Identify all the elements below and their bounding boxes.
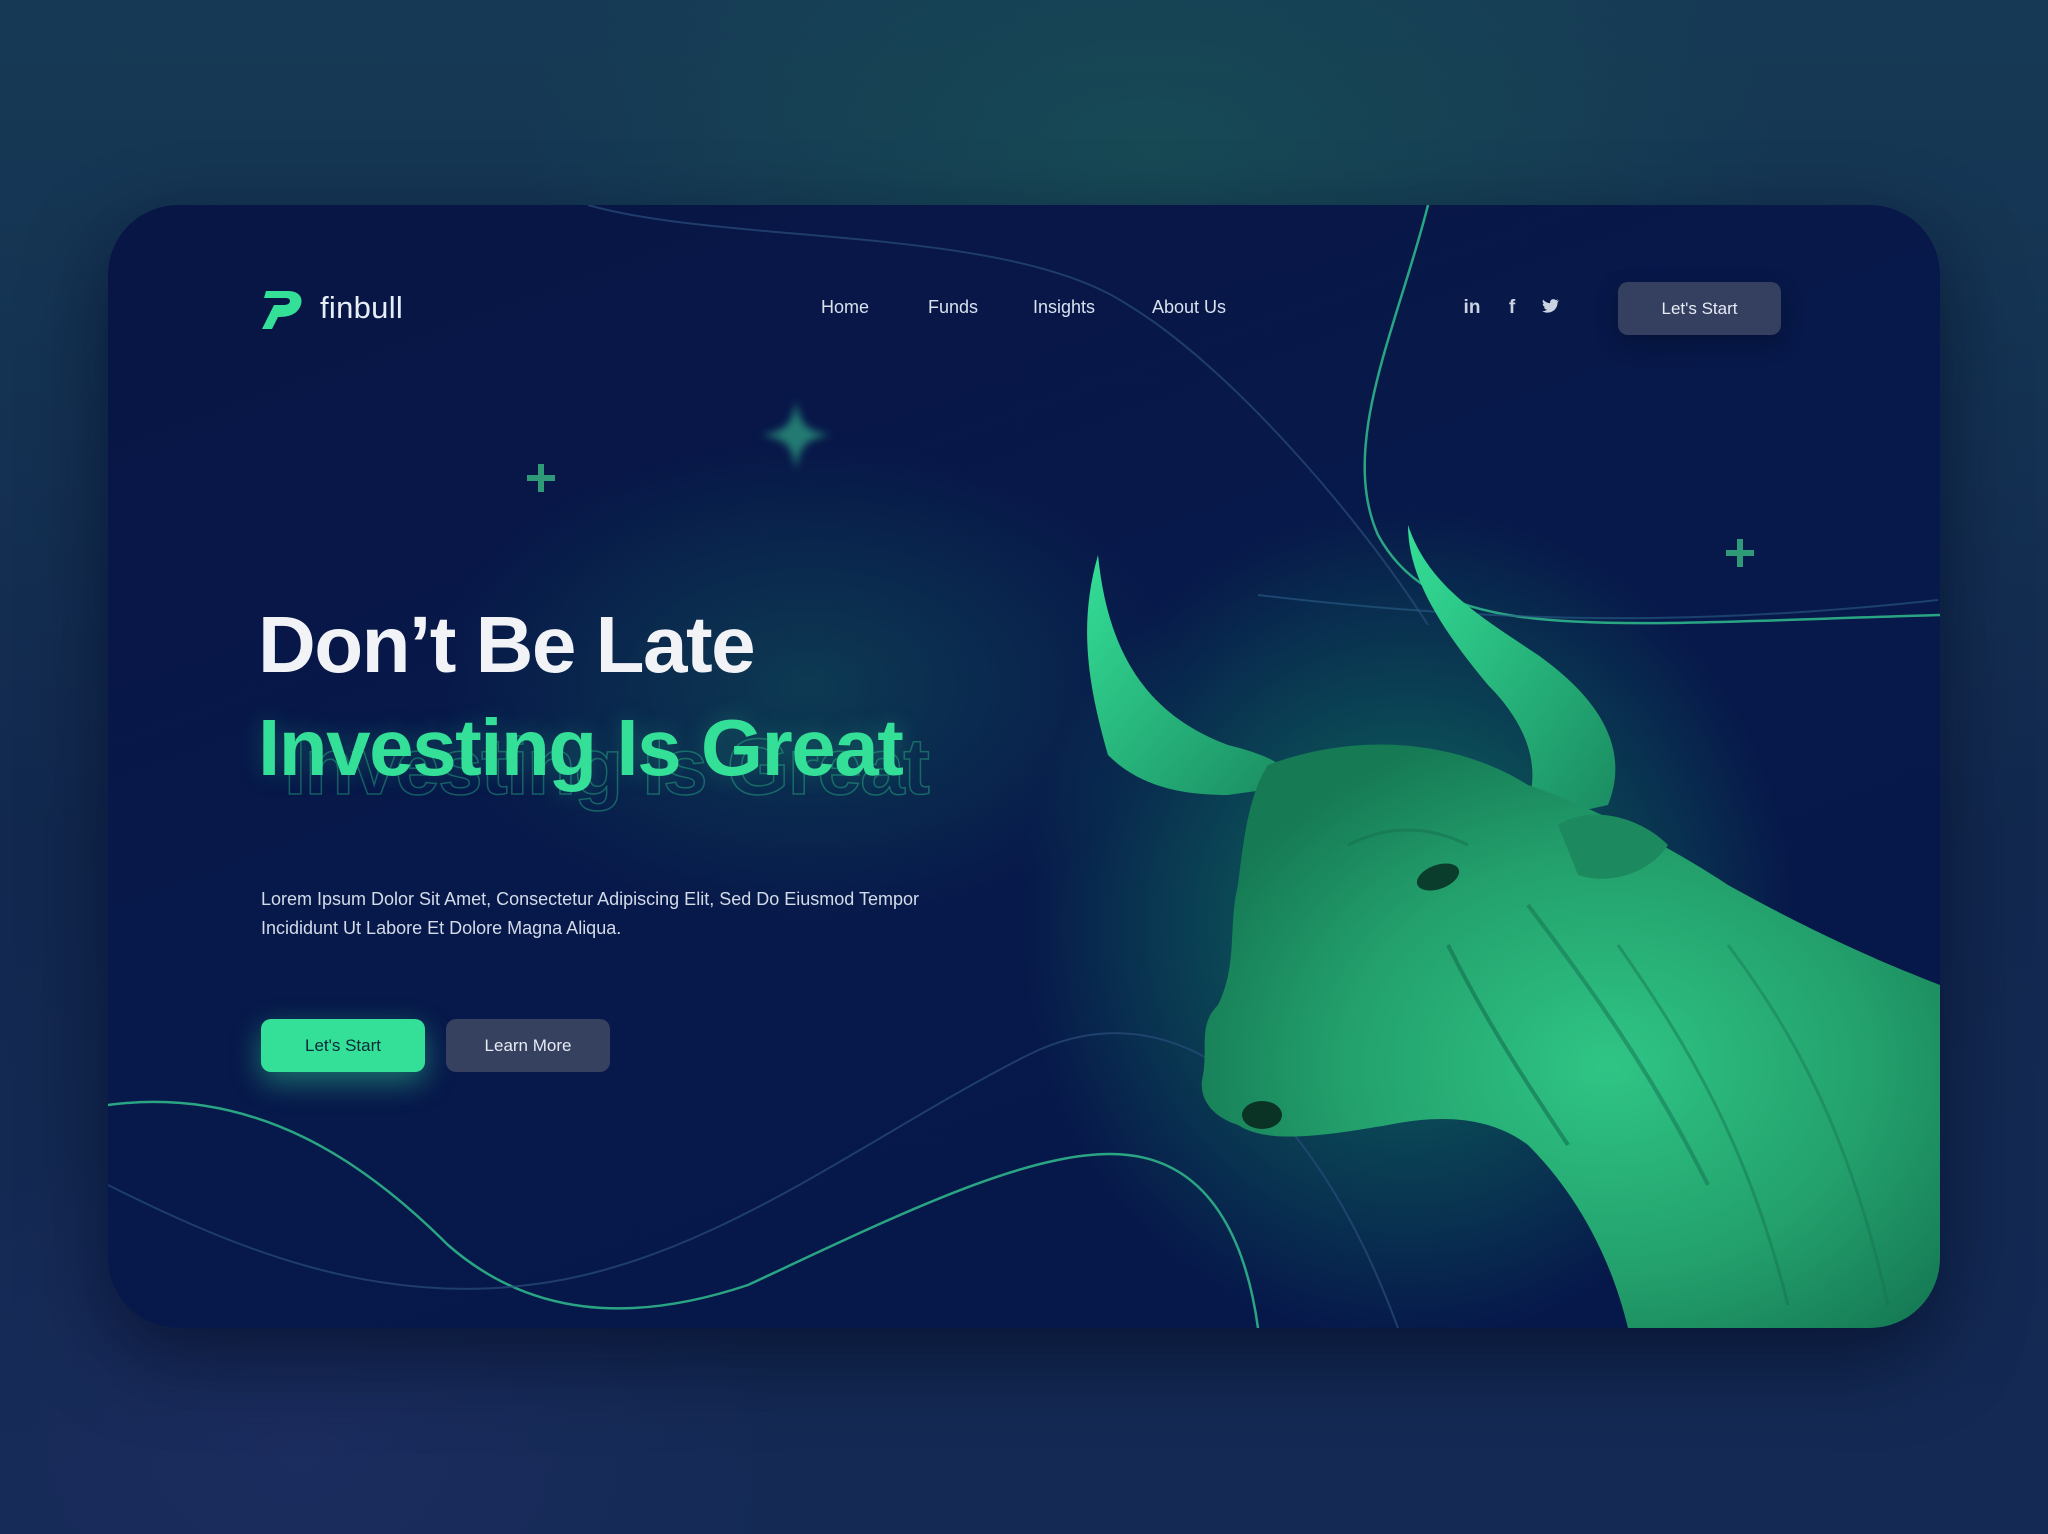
logo[interactable]: finbull xyxy=(258,285,403,331)
nav-item-about-us[interactable]: About Us xyxy=(1152,297,1226,318)
finbull-logo-icon xyxy=(262,291,302,329)
nav-item-home[interactable]: Home xyxy=(821,297,869,318)
twitter-icon[interactable] xyxy=(1540,296,1560,316)
hero-title-line1: Don’t Be Late xyxy=(258,600,756,689)
facebook-icon[interactable]: f xyxy=(1500,296,1524,320)
brand-name: finbull xyxy=(320,290,404,325)
hero-description-line1: Lorem Ipsum Dolor Sit Amet, Consectetur … xyxy=(261,889,919,909)
sparkle-icon xyxy=(761,400,831,470)
hero-description: Lorem Ipsum Dolor Sit Amet, Consectetur … xyxy=(261,885,981,943)
hero-card: finbull Home Funds Insights About Us in … xyxy=(108,205,1940,1328)
lets-start-button[interactable]: Let's Start xyxy=(261,1019,425,1072)
nav-item-insights[interactable]: Insights xyxy=(1033,297,1095,318)
nav-lets-start-button[interactable]: Let's Start xyxy=(1618,282,1781,335)
hero-description-line2: Incididunt Ut Labore Et Dolore Magna Ali… xyxy=(261,918,622,938)
hero-title-line2: Investing Is Great xyxy=(258,703,904,792)
plus-icon xyxy=(527,464,555,492)
nav-item-funds[interactable]: Funds xyxy=(928,297,978,318)
linkedin-icon[interactable]: in xyxy=(1460,296,1484,320)
learn-more-button[interactable]: Learn More xyxy=(446,1019,610,1072)
bull-statue-illustration xyxy=(1087,525,1940,1328)
